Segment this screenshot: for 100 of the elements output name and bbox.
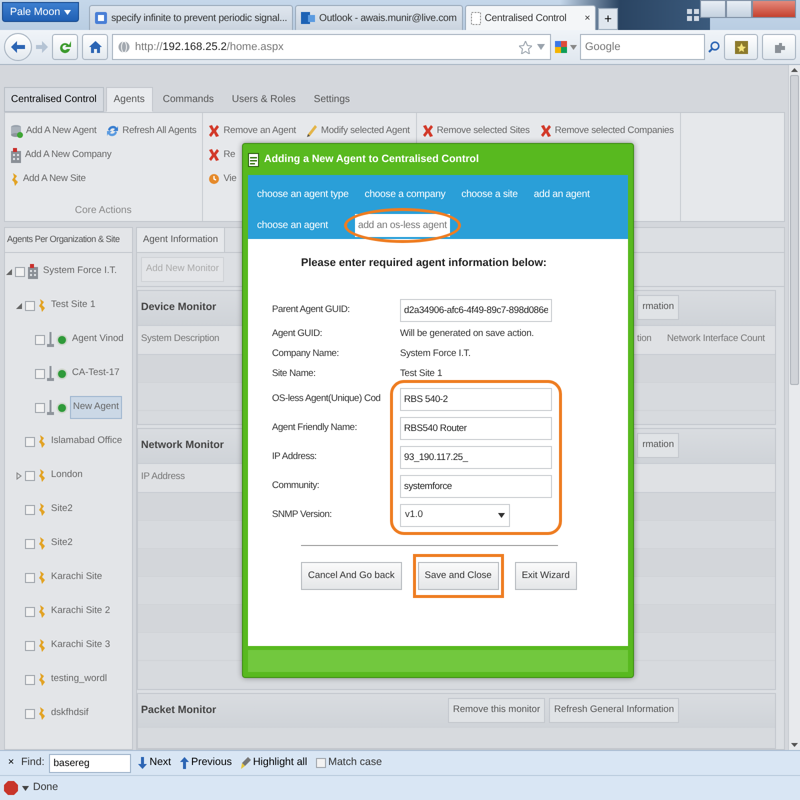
checkbox[interactable] [25, 572, 35, 582]
tree-item[interactable]: Islamabad Office [49, 431, 124, 452]
ribbon-action[interactable]: Remove an Agent [208, 124, 296, 138]
wizard-step[interactable]: choose an agent type [254, 183, 352, 206]
checkbox[interactable] [25, 708, 35, 718]
tree-item[interactable]: Site2 [49, 499, 75, 520]
tab-grid-icon[interactable] [686, 8, 700, 22]
address-field[interactable]: http://192.168.25.2/home.aspx [112, 34, 551, 60]
ribbon-tab[interactable]: Commands [154, 87, 222, 112]
wizard-step[interactable]: add an agent [530, 183, 593, 206]
ribbon-tab[interactable]: Settings [306, 87, 358, 112]
section-button[interactable]: rmation [637, 295, 679, 320]
ribbon-action[interactable]: Add A New Agent [10, 124, 96, 138]
close-button[interactable] [752, 0, 796, 18]
find-field[interactable]: basereg [49, 754, 132, 772]
ribbon-action[interactable]: Remove selected Companies [540, 124, 674, 138]
checkbox[interactable] [15, 266, 25, 276]
app-menu-button[interactable]: Centralised Control [4, 87, 104, 112]
tree-item[interactable]: Karachi Site [49, 567, 104, 588]
stop-sign-icon[interactable] [4, 781, 18, 795]
expanded-arrow-icon[interactable] [15, 302, 23, 310]
tools-button[interactable] [762, 34, 796, 60]
tree-item[interactable]: dskfhdsif [49, 703, 90, 724]
search-engine-icon[interactable] [555, 41, 567, 53]
tree-item[interactable]: Test Site 1 [49, 295, 98, 316]
ribbon-action[interactable]: Add A New Site [10, 172, 86, 186]
checkbox[interactable] [316, 758, 326, 768]
ribbon-tab[interactable]: Agents [106, 87, 153, 112]
tree-item[interactable]: Karachi Site 2 [49, 601, 112, 622]
tree-item[interactable]: London [49, 465, 85, 486]
previous-button[interactable]: Previous [178, 755, 234, 771]
dropdown-icon[interactable] [537, 44, 545, 50]
close-find-button[interactable]: × [6, 755, 16, 771]
bookmarks-button[interactable] [724, 34, 758, 60]
checkbox[interactable] [25, 300, 35, 310]
back-button[interactable] [4, 33, 32, 61]
version-dropdown[interactable]: v1.0 [400, 504, 510, 526]
ribbon-action[interactable]: Add A New Company [10, 148, 112, 162]
wizard-step[interactable]: choose a company [362, 183, 448, 206]
panel-tab[interactable]: Agents Per Organization & Site [5, 228, 132, 252]
tree-item[interactable]: New Agent [70, 396, 122, 419]
star-icon[interactable] [519, 40, 532, 54]
minimize-button[interactable] [700, 0, 726, 18]
panel-tab[interactable]: Agent Information [137, 228, 225, 252]
browser-tab[interactable]: Centralised Control × [464, 5, 596, 30]
input-field[interactable]: d2a34906-afc6-4f49-89c7-898d086e [400, 298, 552, 322]
wizard-step[interactable]: choose an agent [254, 214, 331, 237]
home-button[interactable] [82, 34, 108, 60]
checkbox[interactable] [25, 504, 35, 514]
dialog-button[interactable]: Cancel And Go back [301, 562, 402, 590]
collapsed-arrow-icon[interactable] [15, 472, 23, 480]
checkbox[interactable] [35, 334, 45, 344]
new-tab-button[interactable]: + [598, 8, 618, 30]
status-icon [56, 334, 68, 346]
ribbon-tab[interactable]: Users & Roles [224, 87, 304, 112]
ribbon-action[interactable]: Re [208, 148, 236, 162]
dialog-button[interactable]: Exit Wizard [514, 562, 577, 590]
checkbox[interactable] [25, 674, 35, 684]
section-button[interactable]: Remove this monitor [448, 698, 546, 723]
search-icon[interactable] [708, 41, 720, 53]
highlight-all-button[interactable]: Highlight all [238, 755, 310, 771]
reload-button[interactable] [52, 34, 78, 60]
checkbox[interactable] [35, 368, 45, 378]
ribbon-action[interactable]: Modify selected Agent [306, 124, 410, 138]
browser-menu-button[interactable]: Pale Moon [2, 2, 80, 22]
input-field[interactable]: RBS540 Router [400, 416, 552, 440]
ribbon-action[interactable]: Refresh All Agents [106, 124, 196, 138]
checkbox[interactable] [25, 436, 35, 446]
wizard-step[interactable]: add an os-less agent [354, 214, 450, 237]
ribbon-action[interactable]: Vie [208, 172, 236, 186]
caret-icon[interactable] [22, 786, 29, 790]
browser-tab[interactable]: specify infinite to prevent periodic signal... [89, 5, 294, 30]
input-field[interactable]: 93_190.117.25_ [400, 446, 552, 468]
browser-tab[interactable]: Outlook - awais.munir@live.com [295, 5, 463, 30]
ribbon-action[interactable]: Remove selected Sites [422, 124, 530, 138]
scrollbar-thumb[interactable] [790, 75, 799, 385]
checkbox[interactable] [25, 606, 35, 616]
maximize-button[interactable] [726, 0, 752, 18]
section-button[interactable]: Refresh General Information [549, 698, 679, 723]
dialog-button[interactable]: Save and Close [418, 562, 499, 590]
clock-icon [208, 173, 220, 185]
checkbox[interactable] [35, 402, 45, 412]
expanded-arrow-icon[interactable] [5, 268, 13, 276]
section-button[interactable]: rmation [637, 433, 679, 458]
tree-item[interactable]: Karachi Site 3 [49, 635, 112, 656]
tree-item[interactable]: Site2 [49, 533, 75, 554]
checkbox[interactable] [25, 640, 35, 650]
search-field[interactable]: Google [580, 34, 705, 60]
tree-item[interactable]: System Force I.T. [41, 261, 119, 282]
tab-close-button[interactable]: × [584, 10, 590, 26]
tree-item[interactable]: testing_wordl [49, 669, 109, 690]
tree-item[interactable]: CA-Test-17 [70, 363, 122, 384]
input-field[interactable]: RBS 540-2 [400, 388, 552, 410]
wizard-step[interactable]: choose a site [458, 183, 521, 206]
checkbox[interactable] [25, 538, 35, 548]
input-field[interactable]: systemforce [400, 474, 552, 498]
forward-icon[interactable] [36, 41, 48, 53]
tree-item[interactable]: Agent Vinod [70, 329, 126, 350]
next-button[interactable]: Next [136, 755, 174, 771]
checkbox[interactable] [25, 470, 35, 480]
